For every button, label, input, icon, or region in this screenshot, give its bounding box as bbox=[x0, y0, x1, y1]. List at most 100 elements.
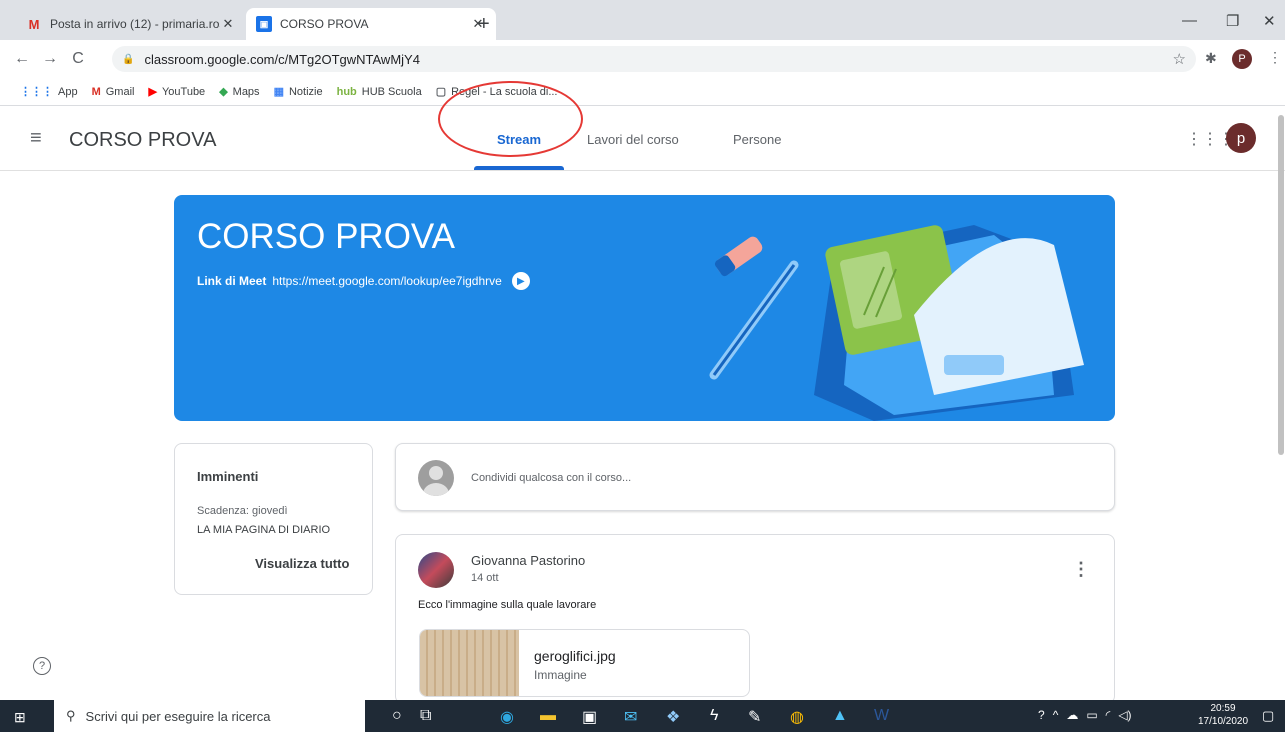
bookmark-youtube[interactable]: ▶ YouTube bbox=[148, 85, 206, 99]
tab-label: Posta in arrivo (12) - primaria.ros bbox=[50, 17, 220, 31]
upcoming-task[interactable]: LA MIA PAGINA DI DIARIO bbox=[197, 524, 330, 536]
bookmark-label: Notizie bbox=[288, 85, 323, 98]
reload-button[interactable]: C bbox=[64, 50, 92, 68]
app-icon[interactable]: ϟ bbox=[710, 707, 718, 725]
bookmark-notizie[interactable]: ▦ Notizie bbox=[273, 85, 323, 99]
photos-icon[interactable]: ▲ bbox=[832, 707, 848, 725]
post-author: Giovanna Pastorino bbox=[471, 553, 586, 568]
apps-grid-icon: ⋮⋮⋮ bbox=[20, 86, 53, 98]
window-close-button[interactable]: ✕ bbox=[1263, 12, 1276, 30]
bookmark-apps[interactable]: ⋮⋮⋮ App bbox=[20, 85, 78, 99]
bookmark-gmail[interactable]: M Gmail bbox=[92, 86, 135, 98]
post-body: Ecco l'immagine sulla quale lavorare bbox=[418, 599, 597, 611]
search-icon: ⚲ bbox=[66, 708, 76, 723]
windows-taskbar: ⊞ ⚲ Scrivi qui per eseguire la ricerca ○… bbox=[0, 700, 1285, 732]
lock-icon: 🔒 bbox=[122, 53, 135, 65]
course-title[interactable]: CORSO PROVA bbox=[69, 129, 216, 152]
windows-start-icon[interactable]: ⊞ bbox=[14, 709, 26, 726]
toolbar: ← → C 🔒 classroom.google.com/c/MTg2OTgwN… bbox=[0, 40, 1285, 78]
onedrive-icon[interactable]: ☁ bbox=[1066, 708, 1078, 722]
clock-time: 20:59 bbox=[1210, 703, 1236, 714]
bookmark-label: Gmail bbox=[105, 85, 135, 98]
share-box[interactable]: Condividi qualcosa con il corso... bbox=[395, 443, 1115, 511]
store-icon[interactable]: ▣ bbox=[582, 707, 597, 727]
more-options-icon[interactable]: ⋮ bbox=[1072, 559, 1090, 580]
bookmarks-bar: ⋮⋮⋮ App M Gmail ▶ YouTube ◆ Maps ▦ Notizie hu… bbox=[0, 78, 1285, 106]
user-avatar-placeholder bbox=[418, 460, 454, 496]
back-button[interactable]: ← bbox=[8, 50, 36, 68]
help-icon[interactable]: ? bbox=[33, 657, 51, 675]
news-icon: ▦ bbox=[273, 86, 284, 98]
paint-icon[interactable]: ✎ bbox=[748, 707, 761, 727]
course-banner: CORSO PROVA Link di Meet https://meet.go… bbox=[174, 195, 1115, 421]
page-icon: ▢ bbox=[435, 86, 447, 98]
chrome-icon[interactable]: ◍ bbox=[790, 707, 804, 727]
new-tab-button[interactable]: + bbox=[478, 13, 490, 36]
youtube-icon: ▶ bbox=[148, 86, 157, 98]
taskbar-search[interactable]: ⚲ Scrivi qui per eseguire la ricerca bbox=[54, 700, 365, 732]
bookmark-label: Maps bbox=[232, 85, 260, 98]
help-tray-icon[interactable]: ? bbox=[1038, 708, 1045, 722]
maps-icon: ◆ bbox=[219, 86, 228, 98]
tab-persone[interactable]: Persone bbox=[733, 132, 781, 147]
taskbar-clock[interactable]: 20:59 17/10/2020 bbox=[1198, 702, 1248, 728]
classroom-header: ≡ CORSO PROVA Stream Lavori del corso Pe… bbox=[0, 107, 1285, 171]
url-text: classroom.google.com/c/MTg2OTgwNTAwMjY4 bbox=[144, 51, 420, 67]
browser-menu-icon[interactable]: ⋮ bbox=[1268, 49, 1282, 66]
share-placeholder: Condividi qualcosa con il corso... bbox=[471, 472, 632, 484]
chevron-up-icon[interactable]: ^ bbox=[1053, 708, 1059, 722]
bookmark-label: App bbox=[58, 85, 78, 98]
notification-icon[interactable]: ▢ bbox=[1262, 708, 1274, 724]
avatar[interactable]: p bbox=[1226, 123, 1256, 153]
volume-icon[interactable]: ◁) bbox=[1118, 708, 1131, 722]
gmail-icon: M bbox=[28, 16, 40, 32]
attachment-type: Immagine bbox=[534, 668, 587, 682]
address-bar[interactable]: 🔒 classroom.google.com/c/MTg2OTgwNTAwMjY… bbox=[112, 46, 1196, 72]
battery-icon[interactable]: ▭ bbox=[1086, 708, 1097, 722]
bookmark-star-icon[interactable]: ☆ bbox=[1173, 50, 1186, 68]
view-all-link[interactable]: Visualizza tutto bbox=[255, 556, 349, 571]
active-tab-indicator bbox=[474, 166, 564, 170]
minimize-button[interactable]: — bbox=[1182, 12, 1197, 29]
author-avatar bbox=[418, 552, 454, 588]
close-icon[interactable]: ✕ bbox=[220, 16, 236, 32]
attachment-thumbnail bbox=[420, 630, 519, 696]
upcoming-due: Scadenza: giovedì bbox=[197, 505, 288, 517]
cortana-icon[interactable]: ○ bbox=[392, 707, 402, 725]
tab-classroom[interactable]: ▣ CORSO PROVA ✕ bbox=[246, 8, 496, 40]
attachment-card[interactable]: geroglifici.jpg Immagine bbox=[419, 629, 750, 697]
upcoming-card: Imminenti Scadenza: giovedì LA MIA PAGIN… bbox=[174, 443, 373, 595]
edge-icon[interactable]: ◉ bbox=[500, 707, 514, 727]
highlight-circle-annotation bbox=[438, 81, 583, 157]
mail-icon[interactable]: ✉ bbox=[624, 707, 637, 727]
stream-post: Giovanna Pastorino 14 ott ⋮ Ecco l'immag… bbox=[395, 534, 1115, 704]
dropbox-icon[interactable]: ❖ bbox=[666, 707, 680, 727]
hub-icon: hub bbox=[336, 85, 357, 98]
taskbar-search-placeholder: Scrivi qui per eseguire la ricerca bbox=[85, 708, 271, 724]
tab-gmail[interactable]: M Posta in arrivo (12) - primaria.ros ✕ bbox=[16, 8, 246, 40]
bookmark-hub-scuola[interactable]: hub HUB Scuola bbox=[337, 86, 422, 98]
extensions-icon[interactable]: ✱ bbox=[1205, 50, 1217, 67]
browser-tab-strip: M Posta in arrivo (12) - primaria.ros ✕ … bbox=[0, 0, 1285, 40]
file-explorer-icon[interactable]: ▬ bbox=[540, 707, 556, 725]
classroom-icon: ▣ bbox=[256, 16, 272, 32]
bookmark-maps[interactable]: ◆ Maps bbox=[219, 85, 260, 99]
restore-button[interactable]: ❐ bbox=[1226, 12, 1239, 30]
browser-profile-avatar[interactable]: P bbox=[1232, 49, 1252, 69]
menu-icon[interactable]: ≡ bbox=[30, 127, 42, 150]
wifi-icon[interactable]: ◜ bbox=[1106, 708, 1111, 722]
system-tray: ? ^ ☁ ▭ ◜ ◁) bbox=[1038, 708, 1132, 722]
bookmark-label: HUB Scuola bbox=[361, 85, 422, 98]
clock-date: 17/10/2020 bbox=[1198, 716, 1249, 727]
tab-label: CORSO PROVA bbox=[280, 17, 369, 31]
gmail-icon: M bbox=[91, 85, 101, 98]
upcoming-heading: Imminenti bbox=[197, 469, 259, 484]
task-view-icon[interactable]: ⧉ bbox=[420, 707, 431, 725]
scrollbar[interactable] bbox=[1278, 115, 1284, 455]
forward-button[interactable]: → bbox=[36, 50, 64, 68]
bookmark-label: YouTube bbox=[161, 85, 206, 98]
backpack-illustration bbox=[709, 225, 1084, 421]
post-date: 14 ott bbox=[471, 572, 499, 584]
word-icon[interactable]: W bbox=[874, 707, 889, 725]
tab-lavori-del-corso[interactable]: Lavori del corso bbox=[587, 132, 679, 147]
